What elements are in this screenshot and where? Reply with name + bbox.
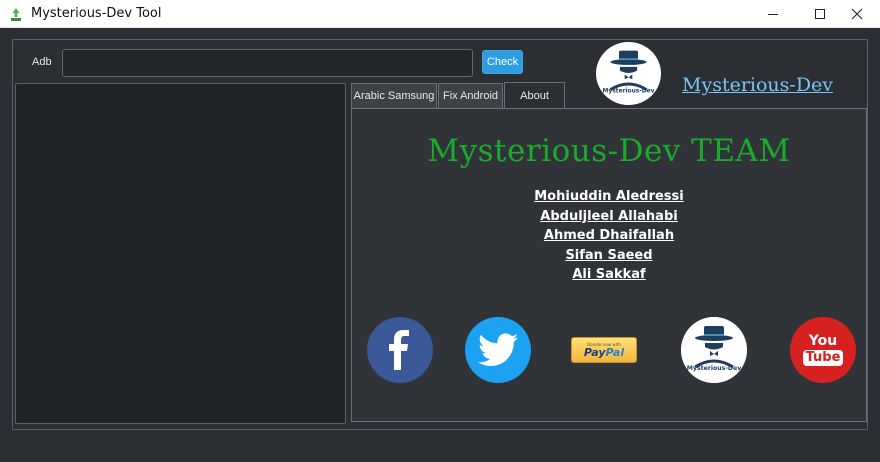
team-members-list: Mohiuddin Aledressi Abduljleel Allahabi …: [352, 187, 866, 285]
paypal-icon: PayPal: [583, 345, 625, 359]
client-area: Adb Check Mysterious-Dev Mysterious-Dev …: [0, 28, 880, 462]
window-title: Mysterious-Dev Tool: [31, 6, 162, 21]
member-link[interactable]: Mohiuddin Aledressi: [352, 187, 866, 207]
youtube-tube-text: Tube: [802, 350, 844, 366]
tab-about[interactable]: About: [504, 82, 565, 109]
close-icon: [851, 8, 863, 20]
youtube-icon: You: [808, 333, 838, 349]
member-link[interactable]: Abduljleel Allahabi: [352, 207, 866, 227]
tab-fix-android[interactable]: Fix Android: [438, 83, 503, 108]
brand-link[interactable]: Mysterious-Dev: [682, 74, 833, 96]
paypal-button[interactable]: Donate now with PayPal: [571, 337, 637, 363]
member-link[interactable]: Ali Sakkaf: [352, 265, 866, 285]
team-title: Mysterious-Dev TEAM: [427, 133, 791, 169]
title-bar: Mysterious-Dev Tool: [0, 0, 880, 28]
tab-arabic-samsung[interactable]: Arabic Samsung: [351, 83, 437, 108]
minimize-button[interactable]: [750, 0, 796, 28]
log-panel[interactable]: [15, 83, 346, 424]
twitter-icon: [478, 333, 518, 366]
twitter-button[interactable]: [465, 317, 531, 383]
member-link[interactable]: Ahmed Dhaifallah: [352, 226, 866, 246]
member-link[interactable]: Sifan Saeed: [352, 246, 866, 266]
youtube-button[interactable]: You Tube: [790, 317, 856, 383]
minimize-icon: [768, 14, 778, 15]
close-button[interactable]: [834, 0, 880, 28]
adb-label: Adb: [32, 56, 52, 68]
paypal-pay-text: Pay: [583, 345, 606, 359]
paypal-pal-text: Pal: [605, 345, 625, 359]
maximize-icon: [815, 9, 825, 19]
adb-input[interactable]: [62, 49, 473, 77]
logo-caption: Mysterious-Dev: [687, 365, 741, 372]
check-button[interactable]: Check: [482, 50, 523, 74]
app-icon: [8, 6, 24, 22]
facebook-button[interactable]: [367, 317, 433, 383]
logo-caption: Mysterious-Dev: [603, 89, 655, 95]
mysterious-dev-logo: Mysterious-Dev: [596, 42, 661, 105]
mysterious-dev-logo: Mysterious-Dev: [681, 317, 747, 383]
mysterious-dev-logo-button[interactable]: Mysterious-Dev: [681, 317, 747, 383]
facebook-icon: [389, 330, 409, 370]
about-panel: Mysterious-Dev TEAM Mohiuddin Aledressi …: [351, 108, 867, 422]
